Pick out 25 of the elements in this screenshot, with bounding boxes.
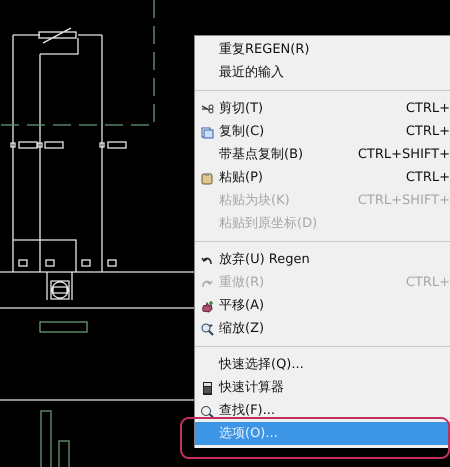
menu-item[interactable]: 最近的输入 [195,61,450,84]
menu-item[interactable]: 平移(A) [195,294,450,317]
menu-item[interactable]: 查找(F)... [195,399,450,422]
menu-item[interactable]: 粘贴(P) CTRL+ [195,166,450,189]
shortcut-text: CTRL+SHIFT+ [358,146,450,164]
menu-item[interactable]: 剪切(T) CTRL+ [195,97,450,120]
find-icon [200,404,214,418]
shortcut-text: CTRL+SHIFT+ [358,192,450,210]
zoom-icon [200,322,214,336]
scissors-icon [200,102,214,116]
menu-item[interactable]: 快速计算器 [195,376,450,399]
shortcut-text: CTRL+ [406,122,450,141]
calculator-icon [200,380,214,394]
menu-item[interactable]: 带基点复制(B) CTRL+SHIFT+ [195,143,450,166]
pan-hand-icon [200,298,214,312]
shortcut-text: CTRL+ [406,274,450,292]
copy-icon [200,124,214,138]
menu-item[interactable]: 放弃(U) Regen [195,248,450,271]
shortcut-text: CTRL+ [406,168,450,187]
shortcut-text: CTRL+ [406,100,450,118]
menu-item[interactable]: 缩放(Z) [195,317,450,340]
menu-item[interactable]: 快速选择(Q)... [195,353,450,376]
clipboard-icon [200,170,214,184]
menu-item[interactable]: 重复REGEN(R) [195,38,450,61]
menu-item[interactable]: 复制(C) CTRL+ [195,120,450,143]
